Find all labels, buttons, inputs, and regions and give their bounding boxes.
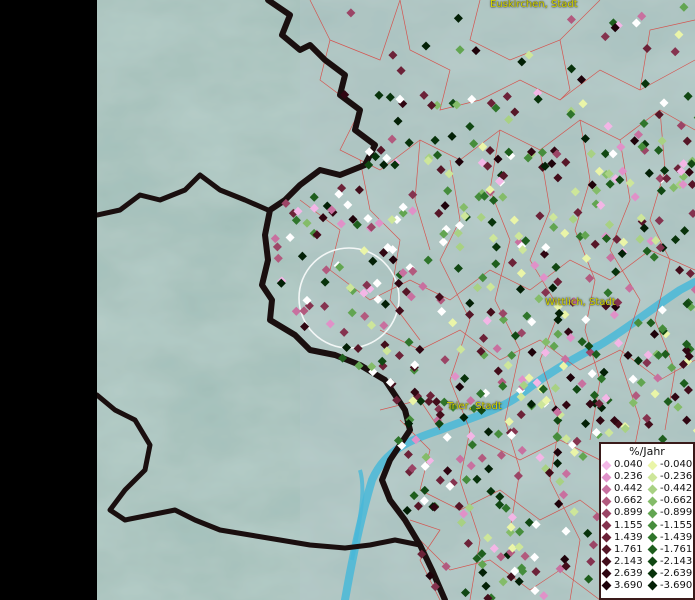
map-view[interactable]: Euskirchen, Stadt Wittlich, Stadt Trier,… — [0, 0, 695, 600]
legend-negative-entry: -3.690 — [647, 579, 693, 592]
legend-swatch — [601, 544, 612, 555]
legend-swatch — [647, 581, 658, 591]
legend-value: 1.155 — [614, 519, 643, 531]
legend-value: -2.639 — [660, 567, 693, 579]
legend-swatch — [647, 544, 658, 555]
legend-swatch — [601, 532, 612, 543]
legend-negative-entry: -1.155 — [647, 519, 693, 531]
legend-swatch — [601, 460, 612, 470]
no-data-strip — [0, 0, 97, 600]
legend-negative-entry: -0.662 — [647, 495, 693, 507]
legend-value: -2.143 — [660, 555, 693, 567]
legend-value: -0.236 — [660, 471, 693, 483]
legend-swatch — [601, 556, 612, 567]
legend-value: 1.761 — [614, 543, 643, 555]
legend-positive-entry: 0.442 — [601, 483, 647, 495]
legend-swatch — [647, 472, 658, 483]
legend-negative-entry: -0.040 — [647, 459, 693, 471]
legend-negative-entry: -0.236 — [647, 471, 693, 483]
legend-value: 2.639 — [614, 567, 643, 579]
legend-swatch — [647, 496, 658, 507]
legend-swatch — [647, 460, 658, 470]
legend-value: 0.662 — [614, 495, 643, 507]
legend-swatch — [601, 581, 612, 591]
legend: %/Jahr 0.040 0.236 0.442 0.662 0.899 1.155 1.4… — [599, 442, 695, 600]
city-label-euskirchen: Euskirchen, Stadt — [490, 0, 578, 10]
legend-positive-entry: 2.143 — [601, 555, 647, 568]
legend-value: -3.690 — [660, 579, 693, 591]
legend-swatch — [601, 520, 612, 531]
legend-swatch — [601, 496, 612, 507]
legend-value: -0.662 — [660, 495, 693, 507]
legend-value: 0.442 — [614, 483, 643, 495]
legend-swatch — [647, 532, 658, 543]
legend-value: 3.690 — [614, 579, 643, 591]
legend-swatch — [647, 484, 658, 495]
legend-value: -0.040 — [660, 459, 693, 471]
legend-swatch — [601, 568, 612, 579]
legend-swatch — [601, 484, 612, 495]
legend-value: -1.439 — [660, 531, 693, 543]
legend-swatch — [647, 508, 658, 519]
legend-negative-entry: -0.899 — [647, 507, 693, 519]
legend-value: -1.761 — [660, 543, 693, 555]
legend-value: -0.899 — [660, 507, 693, 519]
legend-negative-entry: -2.639 — [647, 567, 693, 580]
legend-positive-entry: 1.761 — [601, 543, 647, 556]
legend-swatch — [647, 568, 658, 579]
legend-title: %/Jahr — [629, 445, 665, 458]
legend-positive-column: 0.040 0.236 0.442 0.662 0.899 1.155 1.439 1.761… — [601, 459, 647, 592]
legend-swatch — [647, 520, 658, 531]
legend-value: 1.439 — [614, 531, 643, 543]
legend-value: 0.236 — [614, 471, 643, 483]
legend-swatch — [601, 472, 612, 483]
legend-swatch — [601, 508, 612, 519]
legend-value: 2.143 — [614, 555, 643, 567]
legend-negative-entry: -1.439 — [647, 531, 693, 544]
legend-value: 0.040 — [614, 459, 643, 471]
legend-positive-entry: 2.639 — [601, 567, 647, 580]
city-label-wittlich: Wittlich, Stadt — [545, 297, 616, 308]
legend-value: -1.155 — [660, 519, 693, 531]
legend-positive-entry: 0.236 — [601, 471, 647, 483]
legend-value: 0.899 — [614, 507, 643, 519]
legend-positive-entry: 0.040 — [601, 459, 647, 471]
legend-positive-entry: 0.899 — [601, 507, 647, 519]
legend-positive-entry: 1.439 — [601, 531, 647, 544]
legend-negative-entry: -2.143 — [647, 555, 693, 568]
legend-positive-entry: 0.662 — [601, 495, 647, 507]
city-label-trier: Trier, Stadt — [447, 401, 502, 412]
legend-negative-entry: -1.761 — [647, 543, 693, 556]
legend-positive-entry: 3.690 — [601, 579, 647, 592]
legend-swatch — [647, 556, 658, 567]
legend-negative-entry: -0.442 — [647, 483, 693, 495]
legend-negative-column: -0.040 -0.236 -0.442 -0.662 -0.899 -1.155 -1.4… — [647, 459, 693, 592]
legend-value: -0.442 — [660, 483, 693, 495]
legend-positive-entry: 1.155 — [601, 519, 647, 531]
